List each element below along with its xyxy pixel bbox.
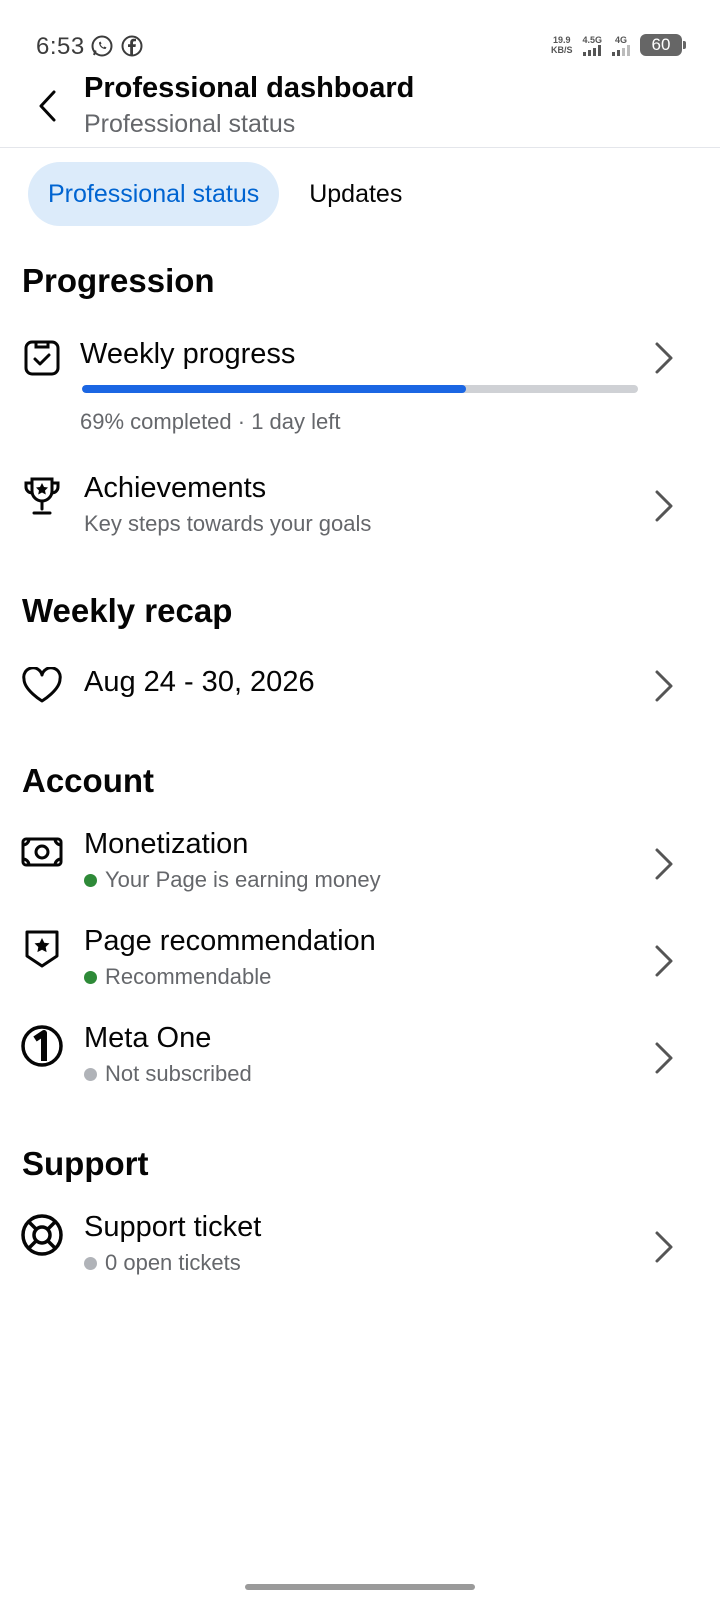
page-recommendation-row[interactable]: Page recommendation Recommendable [0, 917, 720, 1003]
weekly-recap-date: Aug 24 - 30, 2026 [84, 666, 315, 698]
status-dot-gray [84, 1067, 97, 1081]
weekly-progress-row[interactable]: Weekly progress 69% completed · 1 day le… [0, 322, 720, 442]
net-speed: 19.9 KB/S [551, 35, 573, 55]
trophy-icon [20, 474, 64, 518]
tab-updates[interactable]: Updates [289, 162, 422, 226]
support-ticket-status-text: 0 open tickets [105, 1250, 241, 1275]
page-recommendation-title: Page recommendation [84, 925, 376, 957]
support-ticket-title: Support ticket [84, 1211, 262, 1243]
page-title: Professional dashboard [84, 72, 415, 104]
chevron-right-icon [650, 338, 678, 378]
chevron-right-icon [650, 1038, 678, 1078]
chevron-right-icon [650, 666, 678, 706]
section-heading-account: Account [22, 762, 154, 799]
signal-label-2: 4G [614, 34, 627, 45]
money-icon [20, 830, 64, 874]
achievements-subtitle: Key steps towards your goals [84, 511, 372, 536]
status-bar: 6:53 19.9 KB/S 4.5G 4G 60 [0, 0, 720, 70]
back-button[interactable] [26, 84, 70, 128]
heart-icon [20, 664, 64, 708]
status-dot-green [84, 970, 97, 984]
support-ticket-row[interactable]: Support ticket 0 open tickets [0, 1203, 720, 1289]
weekly-recap-row[interactable]: Aug 24 - 30, 2026 [0, 654, 720, 718]
achievements-title: Achievements [84, 472, 267, 504]
facebook-icon [120, 34, 144, 63]
page-recommendation-status: Recommendable [84, 964, 271, 990]
achievements-row[interactable]: Achievements Key steps towards your goal… [0, 462, 720, 550]
meta-one-title: Meta One [84, 1022, 212, 1054]
signal-label-1: 4.5G [582, 34, 602, 45]
chevron-right-icon [650, 1227, 678, 1267]
lifebuoy-icon [20, 1213, 64, 1257]
tab-professional-status[interactable]: Professional status [28, 162, 280, 226]
net-speed-unit: KB/S [550, 45, 573, 55]
status-time: 6:53 [36, 33, 85, 60]
app-header: Professional dashboard Professional stat… [0, 70, 720, 148]
chevron-right-icon [650, 486, 678, 526]
weekly-progress-caption: 69% completed · 1 day left [80, 409, 341, 434]
chevron-right-icon [650, 941, 678, 981]
meta-one-icon [20, 1024, 64, 1068]
status-dot-gray [84, 1256, 97, 1270]
monetization-status: Your Page is earning money [84, 867, 381, 893]
monetization-title: Monetization [84, 828, 249, 860]
whatsapp-icon [90, 34, 114, 63]
chevron-right-icon [650, 844, 678, 884]
support-ticket-status: 0 open tickets [84, 1250, 241, 1276]
net-speed-value: 19.9 [552, 35, 571, 45]
back-arrow-icon [39, 90, 56, 122]
signal-4-5g: 4.5G [582, 35, 602, 56]
weekly-progress-title: Weekly progress [80, 338, 296, 370]
shield-star-icon [20, 927, 64, 971]
weekly-progress-bar [82, 385, 638, 393]
weekly-progress-icon [20, 336, 64, 380]
section-heading-progression: Progression [22, 262, 215, 299]
signal-bars-icon [612, 44, 630, 56]
meta-one-status-text: Not subscribed [105, 1061, 252, 1086]
tab-bar: Professional status Updates [28, 162, 422, 226]
signal-bars-icon [583, 44, 602, 56]
section-heading-weekly-recap: Weekly recap [22, 592, 233, 629]
home-indicator[interactable] [245, 1584, 475, 1590]
monetization-status-text: Your Page is earning money [105, 867, 381, 892]
status-indicators: 19.9 KB/S 4.5G 4G 60 [551, 34, 686, 56]
status-dot-green [84, 873, 97, 887]
weekly-progress-fill [82, 385, 466, 393]
page-subtitle: Professional status [84, 110, 296, 138]
meta-one-status: Not subscribed [84, 1061, 252, 1087]
section-heading-support: Support [22, 1145, 149, 1182]
page-recommendation-status-text: Recommendable [105, 964, 272, 989]
battery-icon: 60 [640, 34, 686, 56]
meta-one-row[interactable]: Meta One Not subscribed [0, 1014, 720, 1100]
monetization-row[interactable]: Monetization Your Page is earning money [0, 820, 720, 906]
signal-4g: 4G [612, 35, 630, 56]
